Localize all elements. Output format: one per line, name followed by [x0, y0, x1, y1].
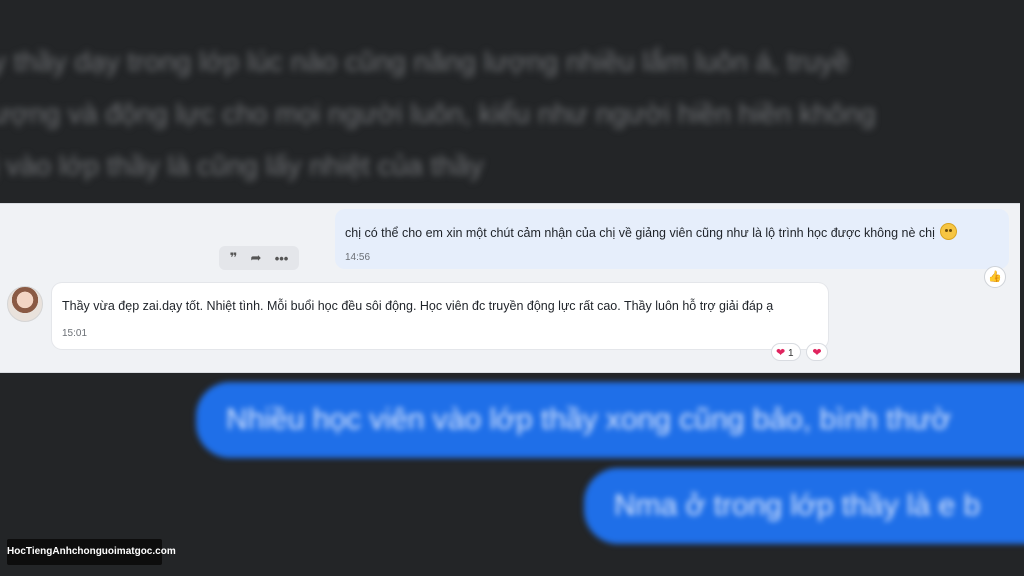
incoming-message-text: Thầy vừa đẹp zai.dạy tốt. Nhiệt tình. Mỗ…	[62, 299, 774, 313]
heart-reaction-count[interactable]: ❤ 1	[771, 343, 801, 361]
bg-text-line: y thầy dạy trong lớp lúc nào cũng năng l…	[0, 46, 850, 77]
more-options-icon[interactable]: •••	[275, 251, 289, 266]
heart-icon: ❤	[776, 347, 786, 359]
forward-icon[interactable]: ➦	[251, 250, 262, 266]
watermark-label: HocTiengAnhchonguoimatgoc.com	[7, 539, 176, 565]
incoming-message-bubble[interactable]: Thầy vừa đẹp zai.dạy tốt. Nhiệt tình. Mỗ…	[52, 283, 828, 349]
quote-icon[interactable]: ❞	[230, 250, 238, 266]
flushed-face-emoji-icon	[940, 223, 958, 240]
bg-text-line: ượng và động lực cho mọi người luôn, kiể…	[0, 98, 876, 129]
blurred-blue-message-bubble: Nma ở trong lớp thầy là e b	[584, 468, 1024, 544]
heart-icon: ❤	[812, 347, 822, 359]
outgoing-message-bubble[interactable]: chị có thể cho em xin một chút cảm nhận …	[335, 209, 1009, 269]
outgoing-message-time: 14:56	[345, 252, 371, 263]
bg-text-line: ị vào lớp thầy là cũng lấy nhiệt của thầ…	[0, 150, 484, 181]
heart-reaction-button[interactable]: ❤	[806, 343, 828, 361]
incoming-message-time: 15:01	[62, 328, 88, 339]
outgoing-message-text-row: chị có thể cho em xin một chút cảm nhận …	[345, 223, 995, 240]
reaction-count: 1	[788, 348, 794, 359]
chat-panel: ❞ ➦ ••• chị có thể cho em xin một chút c…	[0, 203, 1020, 373]
blurred-blue-message-bubble: Nhiều học viên vào lớp thầy xong cũng bả…	[196, 382, 1024, 458]
blurred-background-text: y thầy dạy trong lớp lúc nào cũng năng l…	[0, 36, 1024, 192]
like-icon[interactable]: 👍	[984, 266, 1006, 288]
message-actions-toolbar: ❞ ➦ •••	[219, 246, 299, 270]
outgoing-message-text: chị có thể cho em xin một chút cảm nhận …	[345, 226, 935, 240]
avatar[interactable]	[7, 286, 43, 322]
